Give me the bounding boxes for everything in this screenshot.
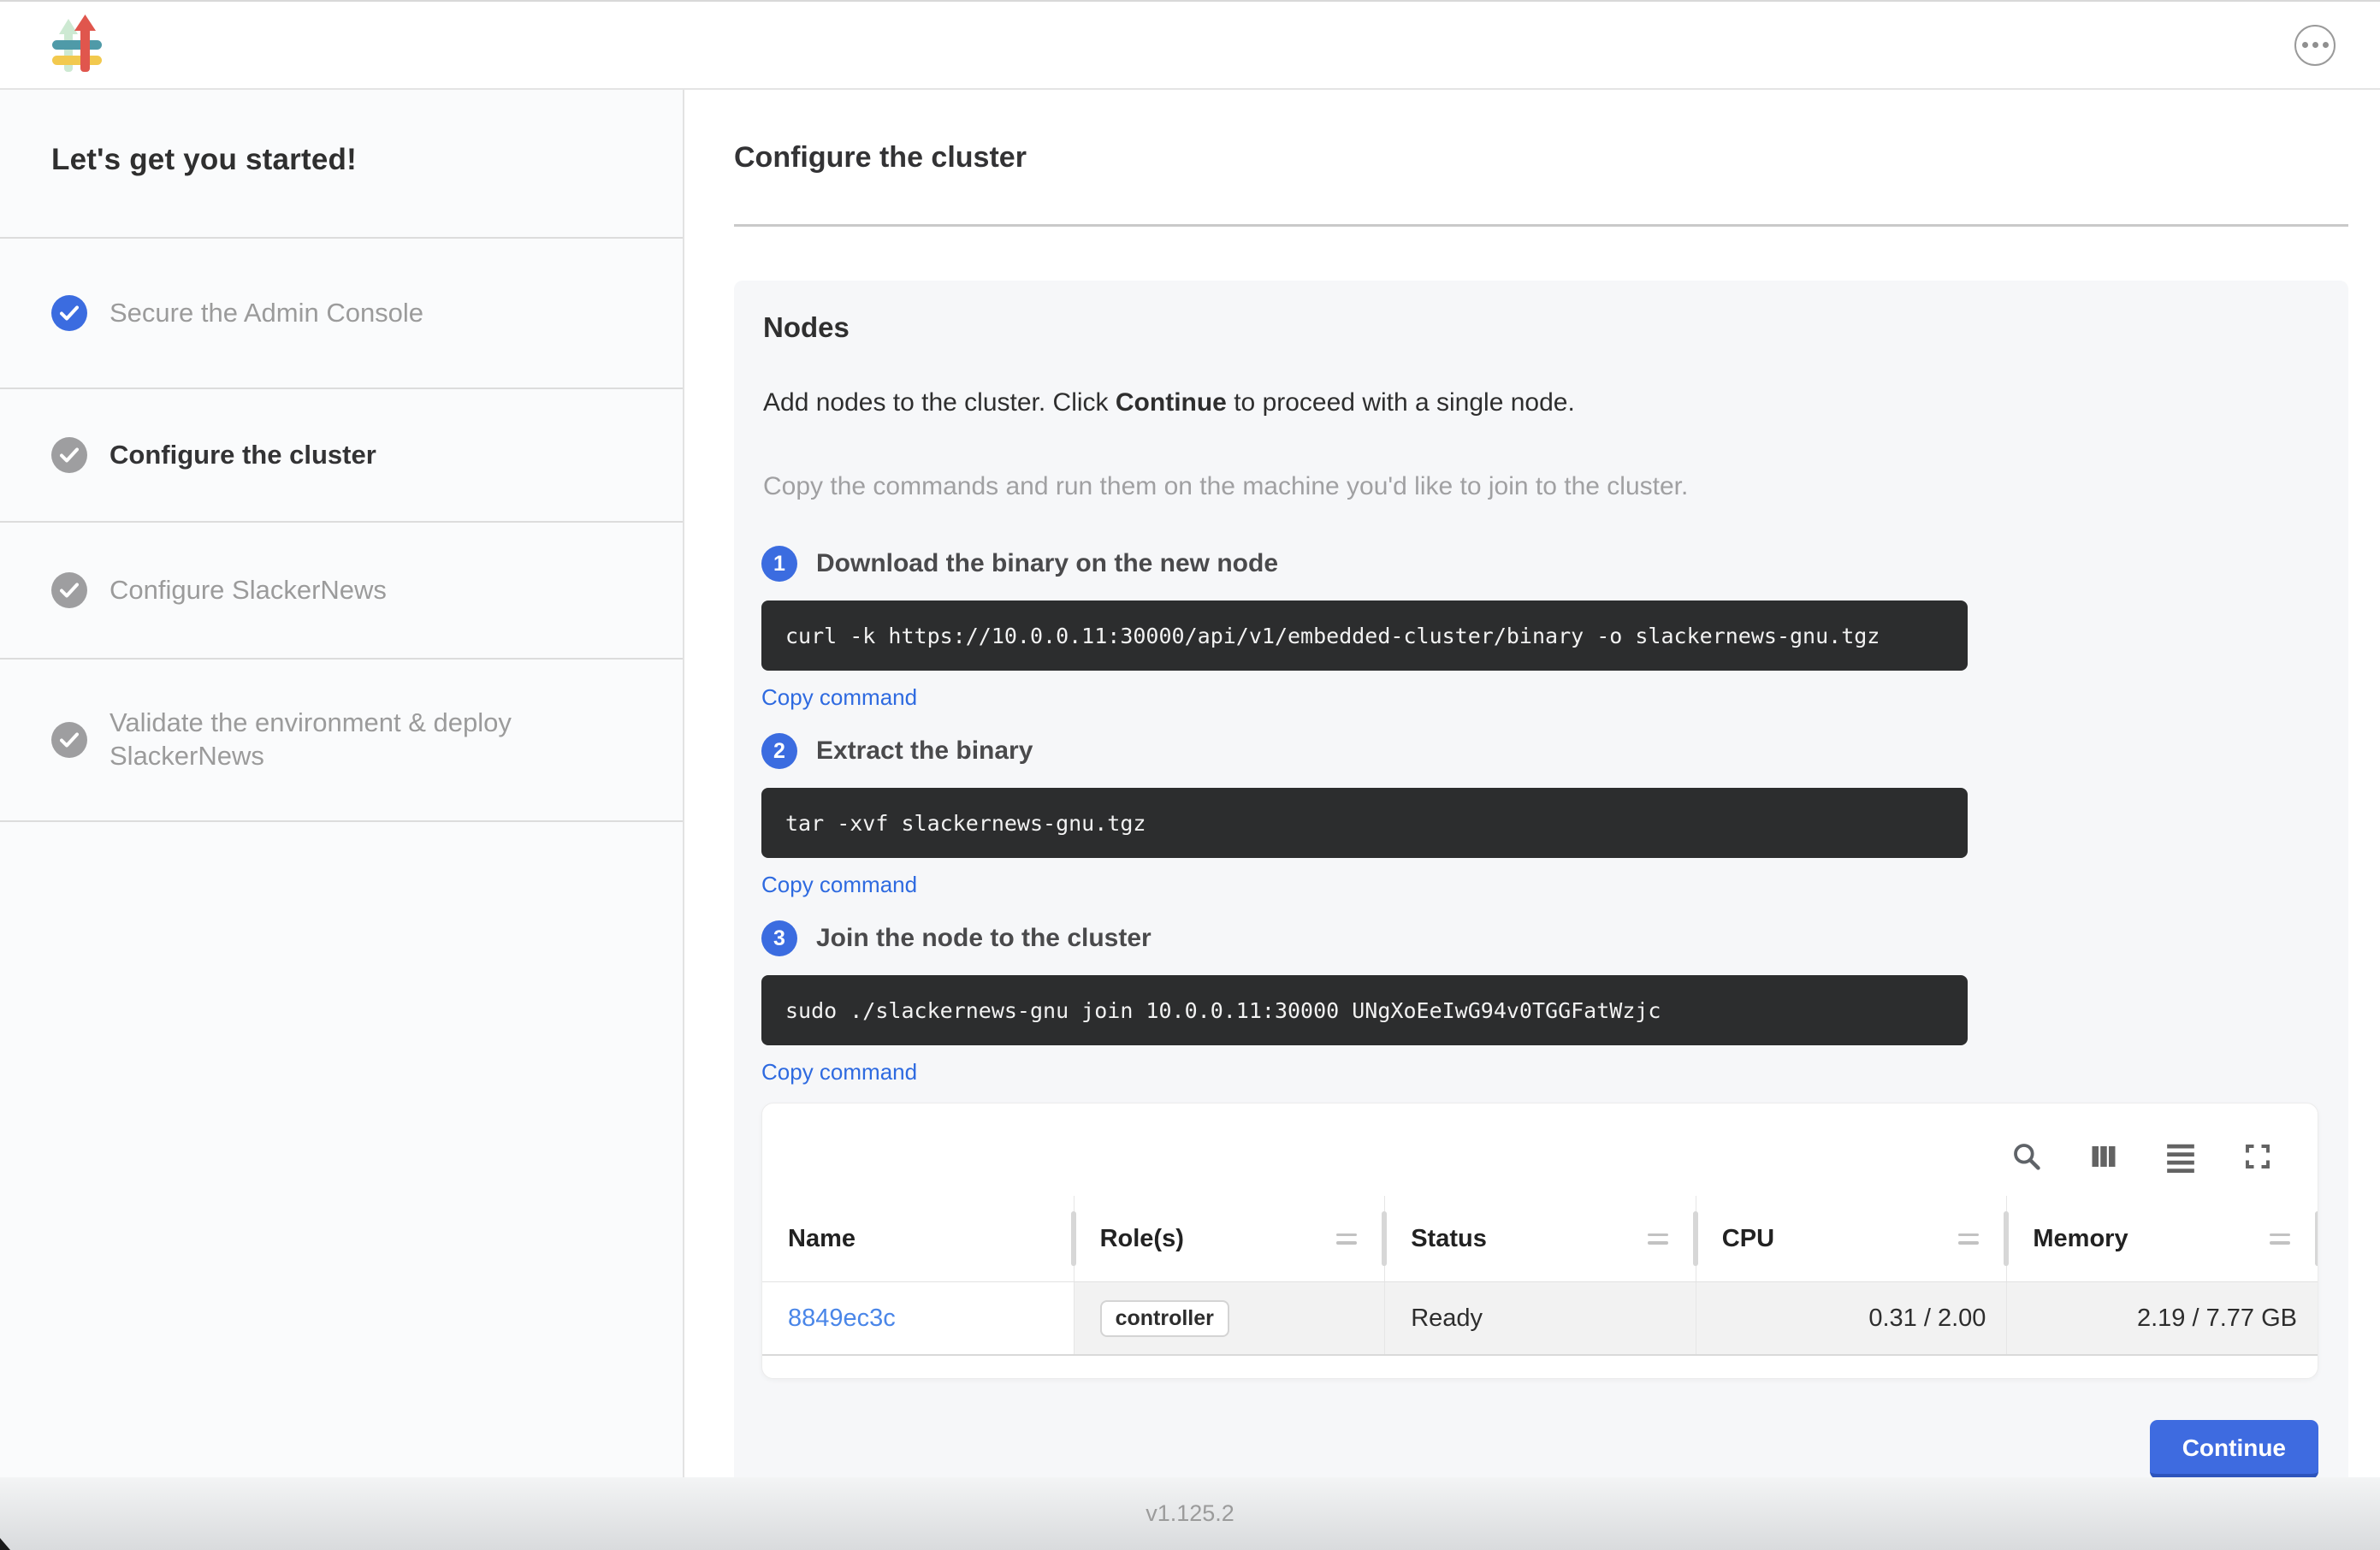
sidebar-item-label: Validate the environment & deploy Slacke… [110, 707, 571, 773]
sidebar-item-label: Secure the Admin Console [110, 297, 423, 330]
cell-node-cpu: 0.31 / 2.00 [1696, 1282, 2007, 1354]
column-menu-icon[interactable] [1958, 1233, 1994, 1245]
nodes-heading: Nodes [761, 311, 2318, 344]
column-header-roles[interactable]: Role(s) [1074, 1196, 1385, 1281]
app-footer: v1.125.2 [0, 1477, 2380, 1550]
column-separator[interactable] [2315, 1211, 2318, 1266]
page-title: Configure the cluster [734, 141, 2348, 175]
column-header-memory[interactable]: Memory [2006, 1196, 2318, 1281]
cell-node-roles: controller [1074, 1282, 1385, 1354]
cell-node-name: 8849ec3c [762, 1282, 1074, 1354]
column-separator[interactable] [1382, 1211, 1387, 1266]
column-header-cpu[interactable]: CPU [1696, 1196, 2007, 1281]
command-text: tar -xvf slackernews-gnu.tgz [785, 811, 1146, 836]
column-header-status[interactable]: Status [1384, 1196, 1696, 1281]
density-icon[interactable] [2164, 1139, 2198, 1174]
step-1-header: 1 Download the binary on the new node [761, 546, 2318, 582]
table-toolbar [762, 1103, 2318, 1196]
step-2-header: 2 Extract the binary [761, 733, 2318, 769]
setup-steps-sidebar: Let's get you started! Secure the Admin … [0, 90, 684, 1477]
sidebar-item-secure-admin-console[interactable]: Secure the Admin Console [0, 237, 683, 388]
step-number-badge: 2 [761, 733, 797, 769]
main-content: Configure the cluster Nodes Add nodes to… [684, 90, 2380, 1477]
step-1-command-block: curl -k https://10.0.0.11:30000/api/v1/e… [761, 600, 1968, 671]
mouse-cursor [0, 1538, 10, 1550]
command-text: sudo ./slackernews-gnu join 10.0.0.11:30… [785, 998, 1661, 1023]
column-separator[interactable] [1693, 1211, 1698, 1266]
sidebar-item-configure-cluster[interactable]: Configure the cluster [0, 388, 683, 521]
columns-icon[interactable] [2087, 1139, 2121, 1174]
step-3-command-block: sudo ./slackernews-gnu join 10.0.0.11:30… [761, 975, 1968, 1045]
step-2-command-block: tar -xvf slackernews-gnu.tgz [761, 788, 1968, 858]
check-circle-icon [51, 722, 87, 758]
sidebar-title: Let's get you started! [0, 90, 683, 237]
step-number-badge: 3 [761, 920, 797, 956]
sidebar-item-label: Configure SlackerNews [110, 574, 387, 607]
column-menu-icon[interactable] [2270, 1233, 2306, 1245]
sidebar-item-label: Configure the cluster [110, 439, 376, 472]
column-menu-icon[interactable] [1336, 1233, 1372, 1245]
check-circle-icon [51, 295, 87, 331]
step-title: Extract the binary [816, 737, 1033, 766]
ellipsis-icon [2302, 42, 2308, 48]
cell-node-status: Ready [1384, 1282, 1696, 1354]
check-circle-icon [51, 572, 87, 608]
command-text: curl -k https://10.0.0.11:30000/api/v1/e… [785, 624, 1880, 648]
title-divider [734, 224, 2348, 227]
slackernews-logo-icon [50, 14, 104, 77]
continue-button[interactable]: Continue [2150, 1420, 2318, 1477]
column-menu-icon[interactable] [1648, 1233, 1684, 1245]
role-chip: controller [1100, 1300, 1229, 1337]
step-number-badge: 1 [761, 546, 797, 582]
sidebar-item-validate-deploy[interactable]: Validate the environment & deploy Slacke… [0, 658, 683, 822]
more-options-button[interactable] [2294, 25, 2336, 66]
copy-instruction: Copy the commands and run them on the ma… [761, 472, 2318, 501]
table-footer-spacer [762, 1356, 2318, 1378]
column-separator[interactable] [2004, 1211, 2009, 1266]
column-header-name[interactable]: Name [762, 1196, 1074, 1281]
fullscreen-icon[interactable] [2241, 1139, 2275, 1174]
nodes-description: Add nodes to the cluster. Click Continue… [761, 388, 2318, 417]
check-circle-icon [51, 437, 87, 473]
column-separator[interactable] [1071, 1211, 1076, 1266]
table-row: 8849ec3c controller Ready 0.31 / 2.00 2.… [762, 1282, 2318, 1356]
search-icon[interactable] [2010, 1139, 2044, 1174]
version-label: v1.125.2 [1146, 1500, 1234, 1527]
copy-command-link-2[interactable]: Copy command [761, 872, 917, 898]
cell-node-memory: 2.19 / 7.77 GB [2006, 1282, 2318, 1354]
top-bar [0, 0, 2380, 90]
nodes-table: Name Role(s) Status [762, 1196, 2318, 1378]
app-window: Let's get you started! Secure the Admin … [0, 0, 2380, 1550]
node-name-link[interactable]: 8849ec3c [788, 1304, 896, 1333]
sidebar-item-configure-slackernews[interactable]: Configure SlackerNews [0, 521, 683, 658]
step-title: Join the node to the cluster [816, 924, 1152, 953]
nodes-table-card: Name Role(s) Status [761, 1103, 2318, 1379]
copy-command-link-3[interactable]: Copy command [761, 1059, 917, 1086]
step-title: Download the binary on the new node [816, 549, 1278, 578]
copy-command-link-1[interactable]: Copy command [761, 684, 917, 711]
nodes-card: Nodes Add nodes to the cluster. Click Co… [734, 281, 2348, 1477]
table-header-row: Name Role(s) Status [762, 1196, 2318, 1282]
step-3-header: 3 Join the node to the cluster [761, 920, 2318, 956]
